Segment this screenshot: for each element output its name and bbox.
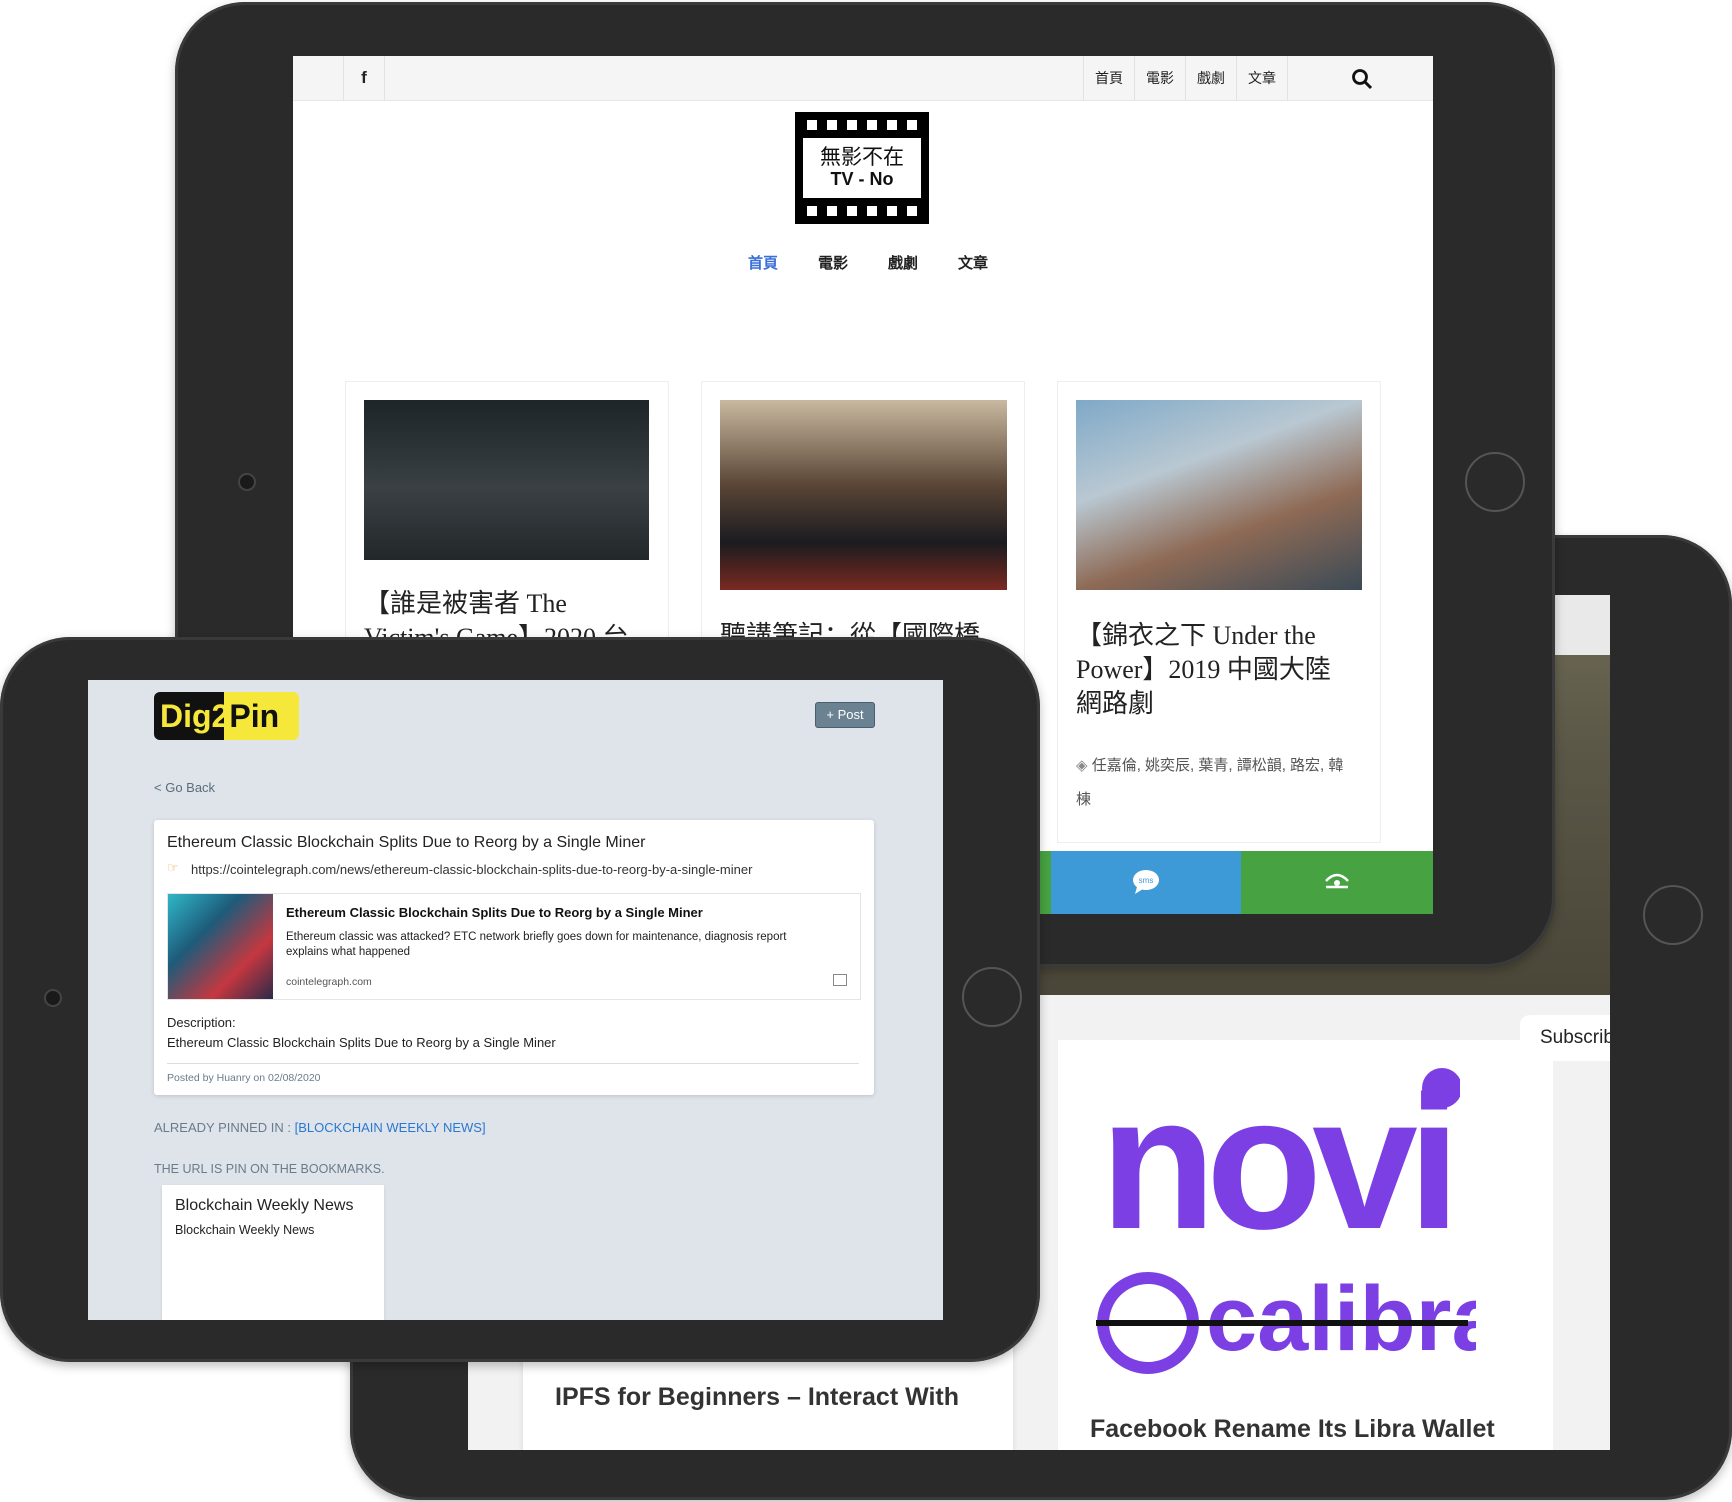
description-text: Ethereum Classic Blockchain Splits Due t… (167, 1035, 556, 1050)
site-logo[interactable]: 無影不在 TV - No (795, 112, 929, 224)
subscribe-button[interactable]: Subscribe (1520, 1015, 1610, 1061)
nav-articles[interactable]: 文章 (958, 252, 988, 273)
novi-text: novi (1100, 1060, 1451, 1240)
link-preview[interactable]: Ethereum Classic Blockchain Splits Due t… (167, 893, 861, 1000)
pointing-hand-icon: ☞ (167, 860, 179, 875)
posted-by: Posted by Huanry on 02/08/2020 (167, 1072, 321, 1084)
top-nav-dramas[interactable]: 戲劇 (1186, 56, 1237, 100)
top-nav-home[interactable]: 首頁 (1084, 56, 1135, 100)
sms-icon-text: sms (1139, 876, 1154, 885)
post-card-novi[interactable]: novi calibra Facebook Rename Its Libra W… (1058, 1040, 1553, 1450)
bookmark-desc: Blockchain Weekly News (175, 1223, 315, 1237)
search-icon[interactable] (1351, 68, 1373, 90)
post-title[interactable]: 【錦衣之下 Under the Power】2019 中國大陸網路劇 (1076, 619, 1346, 721)
calibra-text: calibra (1206, 1268, 1476, 1370)
already-pinned-label: ALREADY PINNED IN : (154, 1120, 295, 1135)
calibra-logo: calibra (1096, 1268, 1476, 1374)
post-tags: ◈ 任嘉倫, 姚奕辰, 葉青, 譚松韻, 路宏, 韓棟 (1076, 749, 1346, 817)
description-label: Description: (167, 1015, 236, 1030)
preview-thumbnail (168, 894, 273, 999)
tag-icon: ◈ (1076, 757, 1088, 774)
dig2pin-screen: Dig2Pin + Post < Go Back Ethereum Classi… (88, 680, 943, 1320)
post-thumbnail[interactable] (1076, 400, 1362, 590)
post-button[interactable]: + Post (815, 702, 875, 728)
home-button[interactable] (962, 967, 1022, 1027)
facebook-icon[interactable]: f (343, 56, 385, 100)
preview-title: Ethereum Classic Blockchain Splits Due t… (286, 905, 703, 920)
top-nav-movies[interactable]: 電影 (1135, 56, 1186, 100)
nav-dramas[interactable]: 戲劇 (888, 252, 918, 273)
bookmark-card[interactable]: Blockchain Weekly News Blockchain Weekly… (162, 1185, 384, 1320)
top-nav: 首頁 電影 戲劇 文章 (1083, 56, 1288, 100)
camera (44, 989, 62, 1007)
external-link-icon[interactable] (833, 974, 847, 986)
dig2pin-logo[interactable]: Dig2Pin (154, 692, 299, 740)
main-nav: 首頁 電影 戲劇 文章 (748, 252, 988, 273)
post-title[interactable]: IPFS for Beginners – Interact With (555, 1383, 959, 1412)
bookmark-name: Blockchain Weekly News (175, 1197, 354, 1214)
go-back-link[interactable]: < Go Back (154, 780, 215, 795)
preview-site: cointelegraph.com (286, 976, 372, 988)
nav-home[interactable]: 首頁 (748, 252, 778, 273)
share-more-button[interactable] (1241, 851, 1433, 914)
post-thumbnail[interactable] (720, 400, 1007, 590)
post-title[interactable]: Facebook Rename Its Libra Wallet (1090, 1415, 1495, 1444)
novi-logo: novi (1100, 1060, 1460, 1240)
sms-icon: sms (1133, 870, 1159, 894)
logo-line1: 無影不在 (820, 146, 904, 169)
pin-detail-card: Ethereum Classic Blockchain Splits Due t… (154, 820, 874, 1095)
divider (167, 1063, 859, 1064)
already-pinned: ALREADY PINNED IN : [BLOCKCHAIN WEEKLY N… (154, 1120, 486, 1135)
nav-movies[interactable]: 電影 (818, 252, 848, 273)
logo-line2: TV - No (830, 169, 894, 189)
top-bar: f 首頁 電影 戲劇 文章 (293, 56, 1433, 101)
preview-description: Ethereum classic was attacked? ETC netwo… (286, 931, 787, 958)
top-nav-articles[interactable]: 文章 (1237, 56, 1288, 100)
pin-title: Ethereum Classic Blockchain Splits Due t… (167, 834, 646, 851)
camera (238, 473, 256, 491)
dig2pin-logo-text: Dig2Pin (160, 698, 280, 734)
tablet-dig2pin: Dig2Pin + Post < Go Back Ethereum Classi… (0, 637, 1040, 1362)
post-thumbnail[interactable] (364, 400, 649, 560)
home-button[interactable] (1643, 885, 1703, 945)
share-more-icon (1325, 873, 1349, 889)
post-tags-text[interactable]: 任嘉倫, 姚奕辰, 葉青, 譚松韻, 路宏, 韓棟 (1076, 757, 1343, 808)
home-button[interactable] (1465, 452, 1525, 512)
pinned-board-link[interactable]: [BLOCKCHAIN WEEKLY NEWS] (295, 1120, 486, 1135)
share-sms-button[interactable]: sms (1051, 851, 1241, 914)
url-pin-note: THE URL IS PIN ON THE BOOKMARKS. (154, 1162, 385, 1176)
pin-url[interactable]: https://cointelegraph.com/news/ethereum-… (191, 862, 752, 877)
post-card[interactable]: 【錦衣之下 Under the Power】2019 中國大陸網路劇 ◈ 任嘉倫… (1057, 381, 1381, 843)
